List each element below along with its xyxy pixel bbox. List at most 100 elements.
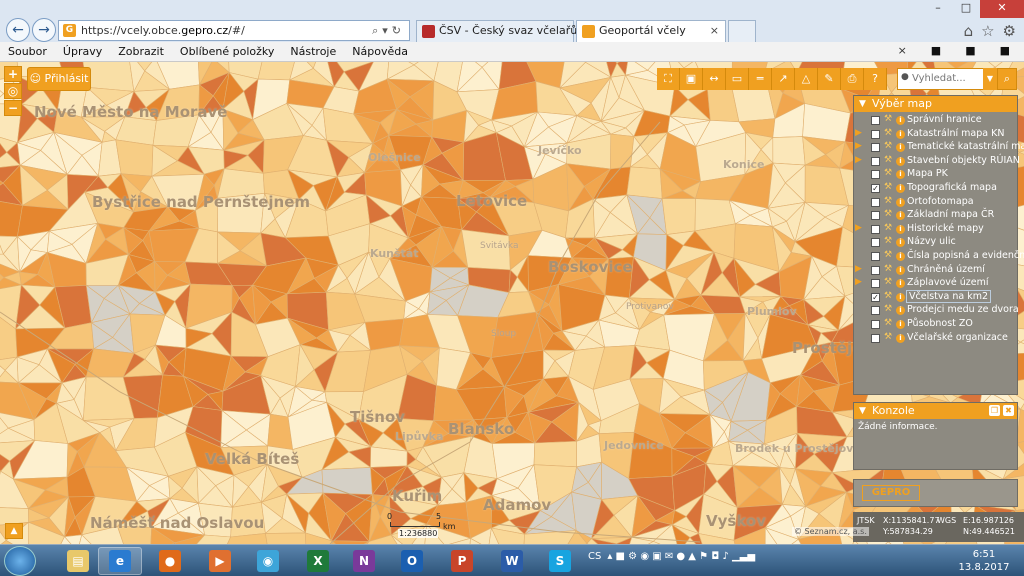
info-icon[interactable]: i bbox=[896, 129, 905, 139]
layer-item[interactable]: ⚒ i Včelařské organizace bbox=[854, 332, 1017, 346]
expand-arrow-icon[interactable]: ▶ bbox=[855, 128, 862, 138]
info-icon[interactable]: i bbox=[896, 265, 905, 275]
wrench-icon[interactable]: ⚒ bbox=[884, 264, 892, 274]
firefox-icon[interactable]: ● bbox=[148, 547, 192, 575]
wrench-icon[interactable]: ⚒ bbox=[884, 318, 892, 328]
excel-icon[interactable]: X bbox=[296, 547, 340, 575]
layer-checkbox[interactable] bbox=[871, 143, 880, 153]
info-icon[interactable]: i bbox=[896, 197, 905, 207]
ruler-icon[interactable]: ═ bbox=[749, 68, 772, 90]
layer-checkbox[interactable] bbox=[871, 279, 880, 289]
expand-arrow-icon[interactable]: ▶ bbox=[855, 141, 862, 151]
tab-csv[interactable]: ČSV - Český svaz včelařů bbox=[416, 20, 577, 42]
layer-checkbox[interactable] bbox=[871, 238, 880, 248]
menu-tools[interactable]: Nástroje bbox=[282, 45, 344, 58]
zoom-out-button[interactable]: − bbox=[4, 100, 22, 116]
wrench-icon[interactable]: ⚒ bbox=[884, 196, 892, 206]
gear-icon[interactable]: ⚙ bbox=[1003, 22, 1016, 40]
zoom-in-button[interactable]: + bbox=[4, 66, 22, 82]
wrench-icon[interactable]: ⚒ bbox=[884, 209, 892, 219]
tray-icons[interactable]: ▴ ■ ⚙ ◉ ▣ ✉ ● ▲ ⚑ ◘ ♪ ▁▃▅ bbox=[607, 551, 755, 562]
info-icon[interactable]: i bbox=[896, 238, 905, 248]
console-panel-header[interactable]: ▼ Konzole ❐ ✖ bbox=[854, 403, 1017, 419]
trash-icon[interactable]: ✖ bbox=[1003, 405, 1014, 416]
wrench-icon[interactable]: ⚒ bbox=[884, 182, 892, 192]
layer-item[interactable]: ⚒ i Působnost ZO bbox=[854, 318, 1017, 332]
info-icon[interactable]: i bbox=[896, 279, 905, 289]
info-icon[interactable]: i bbox=[896, 251, 905, 261]
info-icon[interactable]: i bbox=[896, 183, 905, 193]
language-indicator[interactable]: CS bbox=[588, 551, 601, 562]
menu-favorites[interactable]: Oblíbené položky bbox=[172, 45, 283, 58]
info-icon[interactable]: i bbox=[896, 143, 905, 153]
layer-item[interactable]: ⚒ i Základní mapa ČR bbox=[854, 209, 1017, 223]
measure-length-icon[interactable]: ↔ bbox=[703, 68, 726, 90]
address-controls[interactable]: ⌕▾↻ bbox=[372, 24, 405, 38]
maximize-button[interactable]: □ bbox=[952, 0, 980, 18]
layer-item[interactable]: ⚒ i Názvy ulic bbox=[854, 236, 1017, 250]
wrench-icon[interactable]: ⚒ bbox=[884, 236, 892, 246]
layer-checkbox[interactable] bbox=[871, 333, 880, 343]
copy-icon[interactable]: ❐ bbox=[989, 405, 1000, 416]
layer-checkbox[interactable] bbox=[871, 211, 880, 221]
layer-checkbox[interactable] bbox=[871, 129, 880, 139]
layer-item[interactable]: ▶ ⚒ i Historické mapy bbox=[854, 223, 1017, 237]
info-icon[interactable]: i bbox=[896, 319, 905, 329]
wrench-icon[interactable]: ⚒ bbox=[884, 141, 892, 151]
layer-checkbox[interactable] bbox=[871, 116, 880, 125]
menu-help[interactable]: Nápověda bbox=[344, 45, 416, 58]
media-player-icon[interactable]: ▶ bbox=[198, 547, 242, 575]
layer-checkbox[interactable]: ✓ bbox=[871, 292, 880, 302]
wrench-icon[interactable]: ⚒ bbox=[884, 332, 892, 342]
wrench-icon[interactable]: ⚒ bbox=[884, 128, 892, 138]
close-x-icon[interactable]: × bbox=[890, 44, 915, 57]
help-icon[interactable]: ? bbox=[864, 68, 887, 90]
menu-edit[interactable]: Úpravy bbox=[55, 45, 110, 58]
wrench-icon[interactable]: ⚒ bbox=[884, 155, 892, 165]
layer-item[interactable]: ▶ ⚒ i Stavební objekty RÚIAN bbox=[854, 155, 1020, 169]
expand-arrow-icon[interactable]: ▶ bbox=[855, 223, 862, 233]
menu-file[interactable]: Soubor bbox=[0, 45, 55, 58]
outlook-icon[interactable]: O bbox=[390, 547, 434, 575]
layers-panel-header[interactable]: ▼ Výběr map bbox=[854, 96, 1017, 112]
chrome-icon[interactable]: ◉ bbox=[246, 547, 290, 575]
wrench-icon[interactable]: ⚒ bbox=[884, 304, 892, 314]
comment-icon[interactable]: ▭ bbox=[726, 68, 749, 90]
fullextent-icon[interactable]: ⛶ bbox=[657, 68, 680, 90]
expand-arrow-icon[interactable]: ▶ bbox=[855, 277, 862, 287]
chevron-down-icon[interactable]: ▼ bbox=[983, 68, 997, 90]
onenote-icon[interactable]: N bbox=[342, 547, 386, 575]
map-attribution[interactable]: © Seznam.cz, a.s. bbox=[792, 527, 869, 536]
layer-item[interactable]: ▶ ⚒ iTematické katastrální mapy bbox=[854, 141, 1024, 155]
pencil-icon[interactable]: ✎ bbox=[818, 68, 841, 90]
word-icon[interactable]: W bbox=[490, 547, 534, 575]
measure-area-icon[interactable]: ▣ bbox=[680, 68, 703, 90]
address-bar[interactable]: G https://vcely.obce.gepro.cz/#/ ⌕▾↻ bbox=[58, 20, 410, 41]
clock[interactable]: 6:51 13.8.2017 bbox=[958, 548, 1010, 574]
addon-icon[interactable]: ■ bbox=[992, 44, 1018, 57]
layer-item[interactable]: ⚒ i Správní hranice bbox=[854, 114, 1017, 128]
expand-arrow-icon[interactable]: ▶ bbox=[855, 264, 862, 274]
new-tab-button[interactable] bbox=[728, 20, 756, 42]
minimize-button[interactable]: – bbox=[924, 0, 952, 18]
info-icon[interactable]: i bbox=[896, 224, 905, 234]
collapse-chevron-icon[interactable]: ▼ bbox=[859, 403, 866, 419]
draw-icon[interactable]: △ bbox=[795, 68, 818, 90]
collapse-chevron-icon[interactable]: ▼ bbox=[859, 96, 866, 112]
skype-icon[interactable]: S bbox=[538, 547, 582, 575]
layer-item[interactable]: ✓ ⚒ i Topografická mapa bbox=[854, 182, 1017, 196]
layer-item[interactable]: ⚒ i Čísla popisná a evidenční bbox=[854, 250, 1024, 264]
explorer-icon[interactable]: ▤ bbox=[56, 547, 100, 575]
layer-item[interactable]: ✓ ⚒ i Včelstva na km2 bbox=[854, 289, 1017, 305]
info-icon[interactable]: i bbox=[896, 292, 905, 302]
addon-icon[interactable]: ■ bbox=[923, 44, 949, 57]
layer-checkbox[interactable] bbox=[871, 306, 880, 316]
wrench-icon[interactable]: ⚒ bbox=[884, 114, 892, 124]
layer-item[interactable]: ▶ ⚒ i Záplavové území bbox=[854, 277, 1017, 291]
search-button[interactable]: ⌕ bbox=[997, 68, 1017, 90]
expand-up-icon[interactable]: ▲ bbox=[5, 523, 23, 539]
layer-item[interactable]: ▶ ⚒ i Katastrální mapa KN bbox=[854, 128, 1017, 142]
start-button[interactable] bbox=[4, 546, 36, 576]
info-icon[interactable]: i bbox=[896, 116, 905, 125]
print-icon[interactable]: ⎙ bbox=[841, 68, 864, 90]
